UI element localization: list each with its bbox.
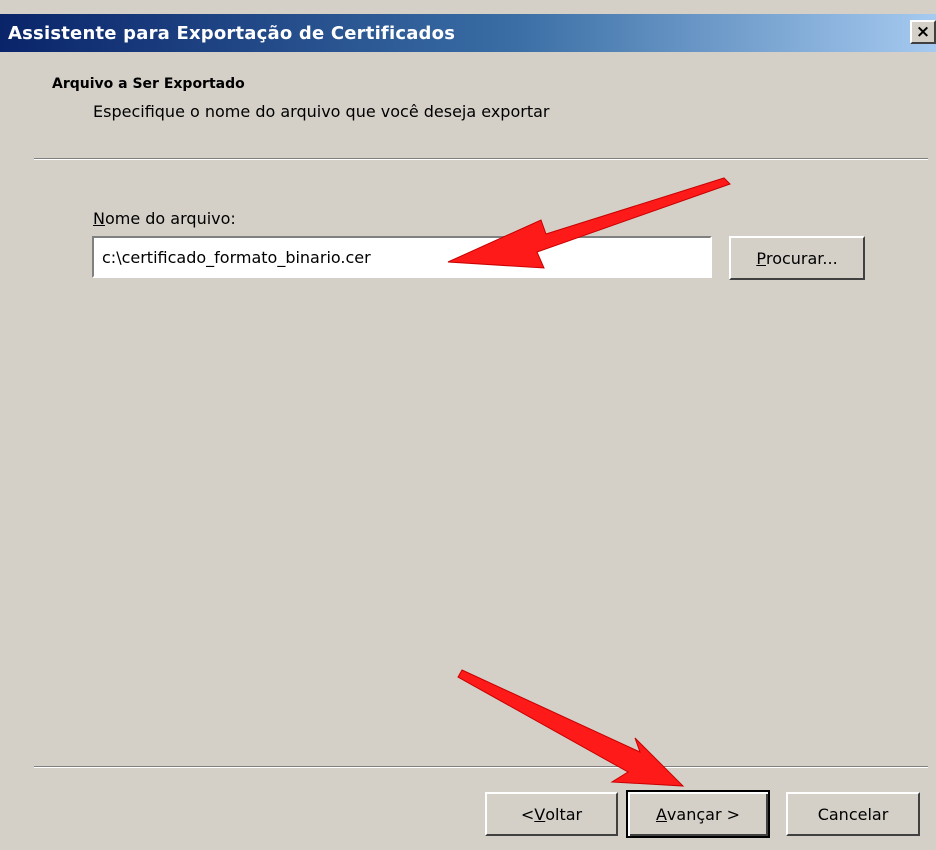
browse-button[interactable]: Procurar... bbox=[729, 236, 865, 280]
cancel-label: Cancelar bbox=[817, 804, 889, 824]
next-mnemonic: A bbox=[655, 804, 667, 824]
next-button[interactable]: Avançar > bbox=[626, 790, 770, 838]
file-name-label-text: ome do arquivo: bbox=[104, 209, 236, 228]
cancel-button[interactable]: Cancelar bbox=[786, 792, 920, 836]
header-separator bbox=[34, 158, 928, 160]
window-title: Assistente para Exportação de Certificad… bbox=[8, 22, 456, 44]
title-bar: Assistente para Exportação de Certificad… bbox=[0, 14, 936, 52]
footer-separator bbox=[34, 766, 928, 768]
file-name-label: Nome do arquivo: bbox=[93, 209, 236, 228]
file-name-input[interactable] bbox=[92, 236, 712, 278]
step-title: Arquivo a Ser Exportado bbox=[52, 76, 245, 92]
close-icon: × bbox=[915, 21, 931, 42]
arrow-to-next-button-icon bbox=[457, 669, 685, 787]
file-name-label-mnemonic: N bbox=[93, 209, 105, 228]
next-label: vançar > bbox=[666, 804, 741, 824]
close-button[interactable]: × bbox=[910, 20, 936, 44]
browse-mnemonic: P bbox=[756, 248, 766, 268]
back-mnemonic: V bbox=[534, 804, 546, 824]
back-label: oltar bbox=[545, 804, 583, 824]
step-subtitle: Especifique o nome do arquivo que você d… bbox=[93, 102, 550, 121]
back-button[interactable]: < Voltar bbox=[485, 792, 618, 836]
annotation-arrows bbox=[447, 177, 731, 787]
browse-label: rocurar... bbox=[765, 248, 838, 268]
back-prefix: < bbox=[520, 804, 535, 824]
